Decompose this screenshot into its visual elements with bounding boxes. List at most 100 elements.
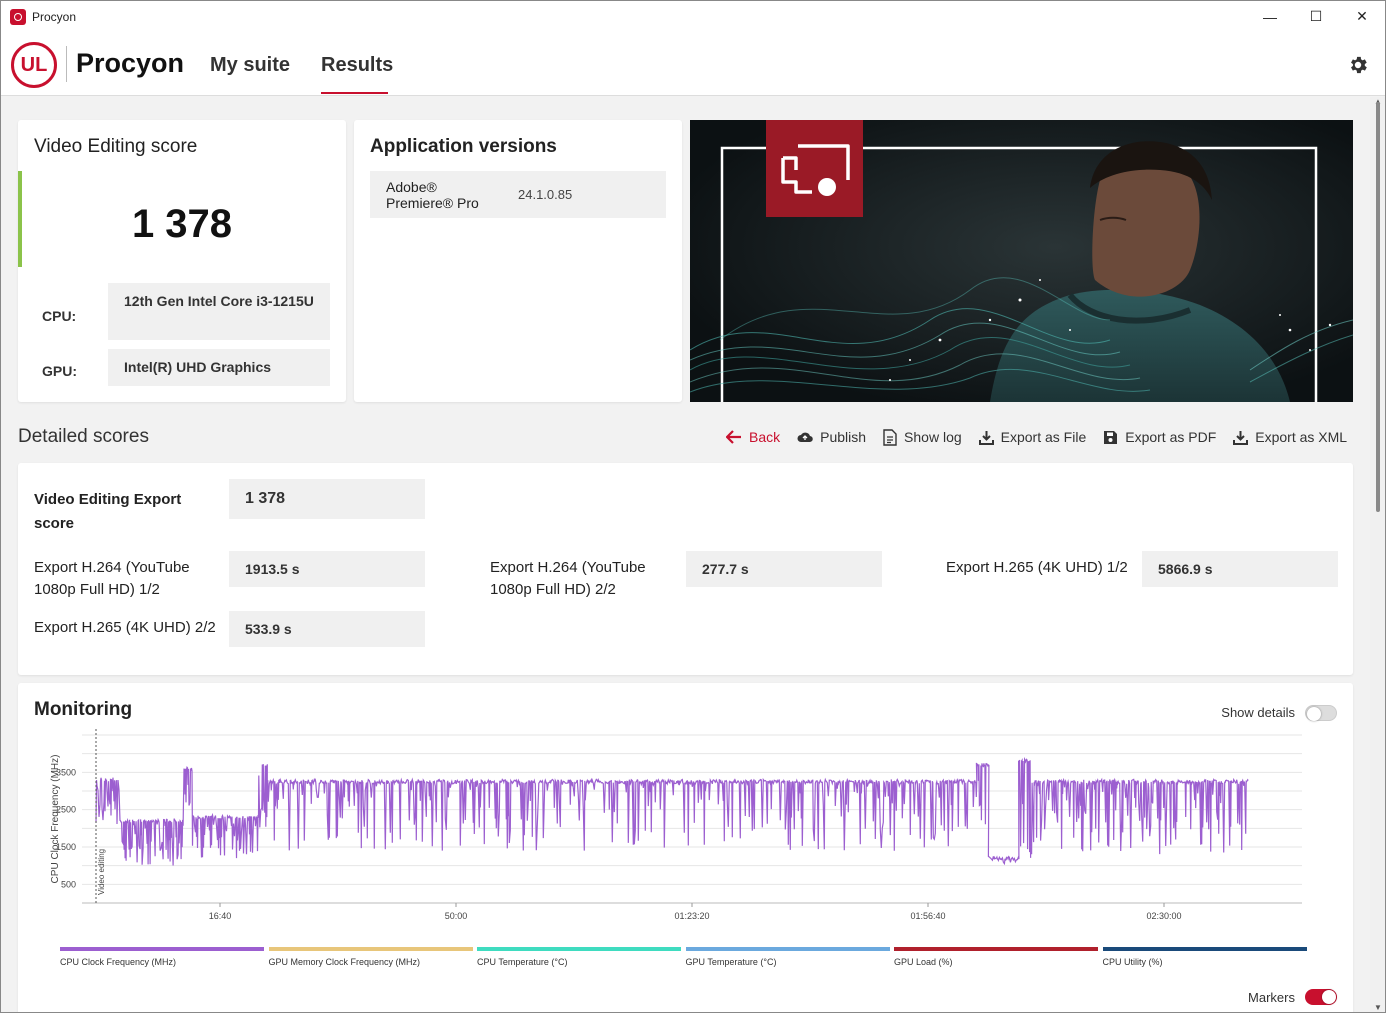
legend-item[interactable]: CPU Utility (%) <box>1102 947 1307 967</box>
export-as-file-button[interactable]: Export as File <box>978 429 1087 445</box>
legend-color-bar <box>685 947 890 951</box>
h265-part2-label: Export H.265 (4K UHD) 2/2 <box>34 619 216 636</box>
legend-item[interactable]: CPU Temperature (°C) <box>477 947 681 967</box>
series-cpu-clock-frequency <box>95 756 1249 866</box>
monitoring-title: Monitoring <box>34 699 133 720</box>
x-tick-label: 01:56:40 <box>910 911 945 921</box>
legend-item[interactable]: GPU Load (%) <box>894 947 1098 967</box>
cpu-label: CPU: <box>42 308 77 324</box>
video-editing-score: 1 378 <box>131 202 233 246</box>
h264-part1-value: 1913.5 s <box>229 551 425 587</box>
h264-part2-value: 277.7 s <box>686 551 882 587</box>
app-name: Adobe® Premiere® Pro <box>386 179 479 211</box>
settings-gear-icon[interactable] <box>1347 54 1369 76</box>
detailed-scores-title: Detailed scores <box>18 426 149 447</box>
export-score-value: 1 378 <box>229 479 425 519</box>
brand-name: Procyon <box>76 48 185 78</box>
results-toolbar: Back Publish Show log Export as File Exp… <box>726 427 1347 447</box>
close-button[interactable]: ✕ <box>1339 1 1385 32</box>
app-version-row: Adobe® Premiere® Pro 24.1.0.85 <box>370 171 666 218</box>
legend-color-bar <box>60 947 264 951</box>
score-card: Video Editing score 1 378 CPU: 12th Gen … <box>18 120 346 402</box>
score-card-title: Video Editing score <box>34 136 198 157</box>
show-log-label: Show log <box>904 429 962 445</box>
app-header: UL Procyon My suite Results <box>1 32 1385 96</box>
export-as-xml-label: Export as XML <box>1255 429 1348 445</box>
h265-part1-value: 5866.9 s <box>1142 551 1338 587</box>
minimize-button[interactable]: — <box>1247 1 1293 32</box>
results-content: Video Editing score 1 378 CPU: 12th Gen … <box>1 97 1371 1012</box>
publish-button[interactable]: Publish <box>797 429 866 445</box>
download-icon <box>978 430 994 445</box>
monitoring-chart: 500150025003500CPU Clock Frequency (MHz)… <box>50 729 1302 921</box>
app-version: 24.1.0.85 <box>518 187 573 202</box>
x-tick-label: 50:00 <box>445 911 468 921</box>
show-details-label: Show details <box>1221 705 1295 720</box>
legend-label: GPU Temperature (°C) <box>685 957 777 967</box>
legend-label: CPU Utility (%) <box>1102 957 1163 967</box>
h265-part2-value: 533.9 s <box>229 611 425 647</box>
logo-separator <box>66 46 67 82</box>
h264-part1-label: Export H.264 (YouTube 1080p Full HD) 1/2 <box>34 559 190 598</box>
maximize-button[interactable]: ☐ <box>1293 1 1339 32</box>
application-versions-title: Application versions <box>370 136 557 157</box>
y-tick-label: 500 <box>61 879 76 889</box>
window-title: Procyon <box>32 9 77 24</box>
chart-x-axis: 16:40 50:00 01:23:20 01:56:40 02:30:00 <box>82 902 1302 921</box>
y-axis-title: CPU Clock Frequency (MHz) <box>50 755 61 884</box>
back-button[interactable]: Back <box>726 429 780 445</box>
legend-color-bar <box>477 947 681 951</box>
chart-series <box>95 756 1249 866</box>
video-editing-hero-image <box>690 120 1353 402</box>
nav-active-indicator <box>321 92 388 94</box>
legend-item[interactable]: CPU Clock Frequency (MHz) <box>60 947 264 967</box>
vertical-scrollbar[interactable]: ▲ ▼ <box>1370 97 1385 1012</box>
scrollbar-thumb[interactable] <box>1376 102 1380 512</box>
gpu-label: GPU: <box>42 363 77 379</box>
export-score-label: Video Editing Export score <box>34 491 182 532</box>
document-icon <box>883 428 897 446</box>
h264-part2-label: Export H.264 (YouTube 1080p Full HD) 2/2 <box>490 559 646 598</box>
legend-item[interactable]: GPU Temperature (°C) <box>685 947 890 967</box>
chart-marker: Video editing <box>95 729 106 903</box>
legend-color-bar <box>894 947 1098 951</box>
chart-grid <box>82 734 1302 904</box>
monitoring-card: Monitoring Show details 500 1500 2500 3500 C… <box>18 683 1353 1012</box>
back-label: Back <box>749 429 781 445</box>
legend-item[interactable]: GPU Memory Clock Frequency (MHz) <box>268 947 473 967</box>
markers-label: Markers <box>1248 990 1295 1005</box>
save-disk-icon <box>1104 430 1118 444</box>
legend-color-bar <box>268 947 473 951</box>
legend-label: CPU Clock Frequency (MHz) <box>60 957 177 967</box>
arrow-left-icon <box>726 430 741 444</box>
legend-label: GPU Memory Clock Frequency (MHz) <box>268 957 421 967</box>
cpu-value: 12th Gen Intel Core i3-1215U <box>108 283 330 340</box>
detailed-scores-card: Video Editing Export score 1 378 Export … <box>18 463 1353 675</box>
cloud-upload-icon <box>797 432 813 443</box>
chart-y-axis: 500150025003500CPU Clock Frequency (MHz) <box>50 755 76 890</box>
show-log-button[interactable]: Show log <box>883 428 962 446</box>
legend-label: CPU Temperature (°C) <box>477 957 568 967</box>
x-tick-label: 02:30:00 <box>1146 911 1181 921</box>
download-icon <box>1233 430 1249 445</box>
x-tick-label: 16:40 <box>209 911 232 921</box>
ul-logo: UL <box>11 42 57 88</box>
legend-color-bar <box>1102 947 1307 951</box>
export-as-xml-button[interactable]: Export as XML <box>1233 429 1347 445</box>
procyon-app-icon <box>10 8 26 25</box>
scroll-down-arrow[interactable]: ▼ <box>1374 1003 1382 1012</box>
show-details-toggle[interactable] <box>1305 705 1337 721</box>
title-bar: Procyon — ☐ ✕ <box>1 1 1385 32</box>
export-as-file-label: Export as File <box>1000 429 1087 445</box>
nav-results[interactable]: Results <box>321 54 393 77</box>
publish-label: Publish <box>820 429 867 445</box>
export-as-pdf-label: Export as PDF <box>1125 429 1217 445</box>
marker-label: Video editing <box>97 849 106 895</box>
markers-toggle[interactable] <box>1305 989 1337 1005</box>
application-versions-card: Application versions Adobe® Premiere® Pr… <box>354 120 682 402</box>
legend-label: GPU Load (%) <box>894 957 953 967</box>
h265-part1-label: Export H.265 (4K UHD) 1/2 <box>946 559 1128 576</box>
nav-my-suite[interactable]: My suite <box>210 54 290 77</box>
x-tick-label: 01:23:20 <box>674 911 709 921</box>
export-as-pdf-button[interactable]: Export as PDF <box>1103 429 1216 445</box>
